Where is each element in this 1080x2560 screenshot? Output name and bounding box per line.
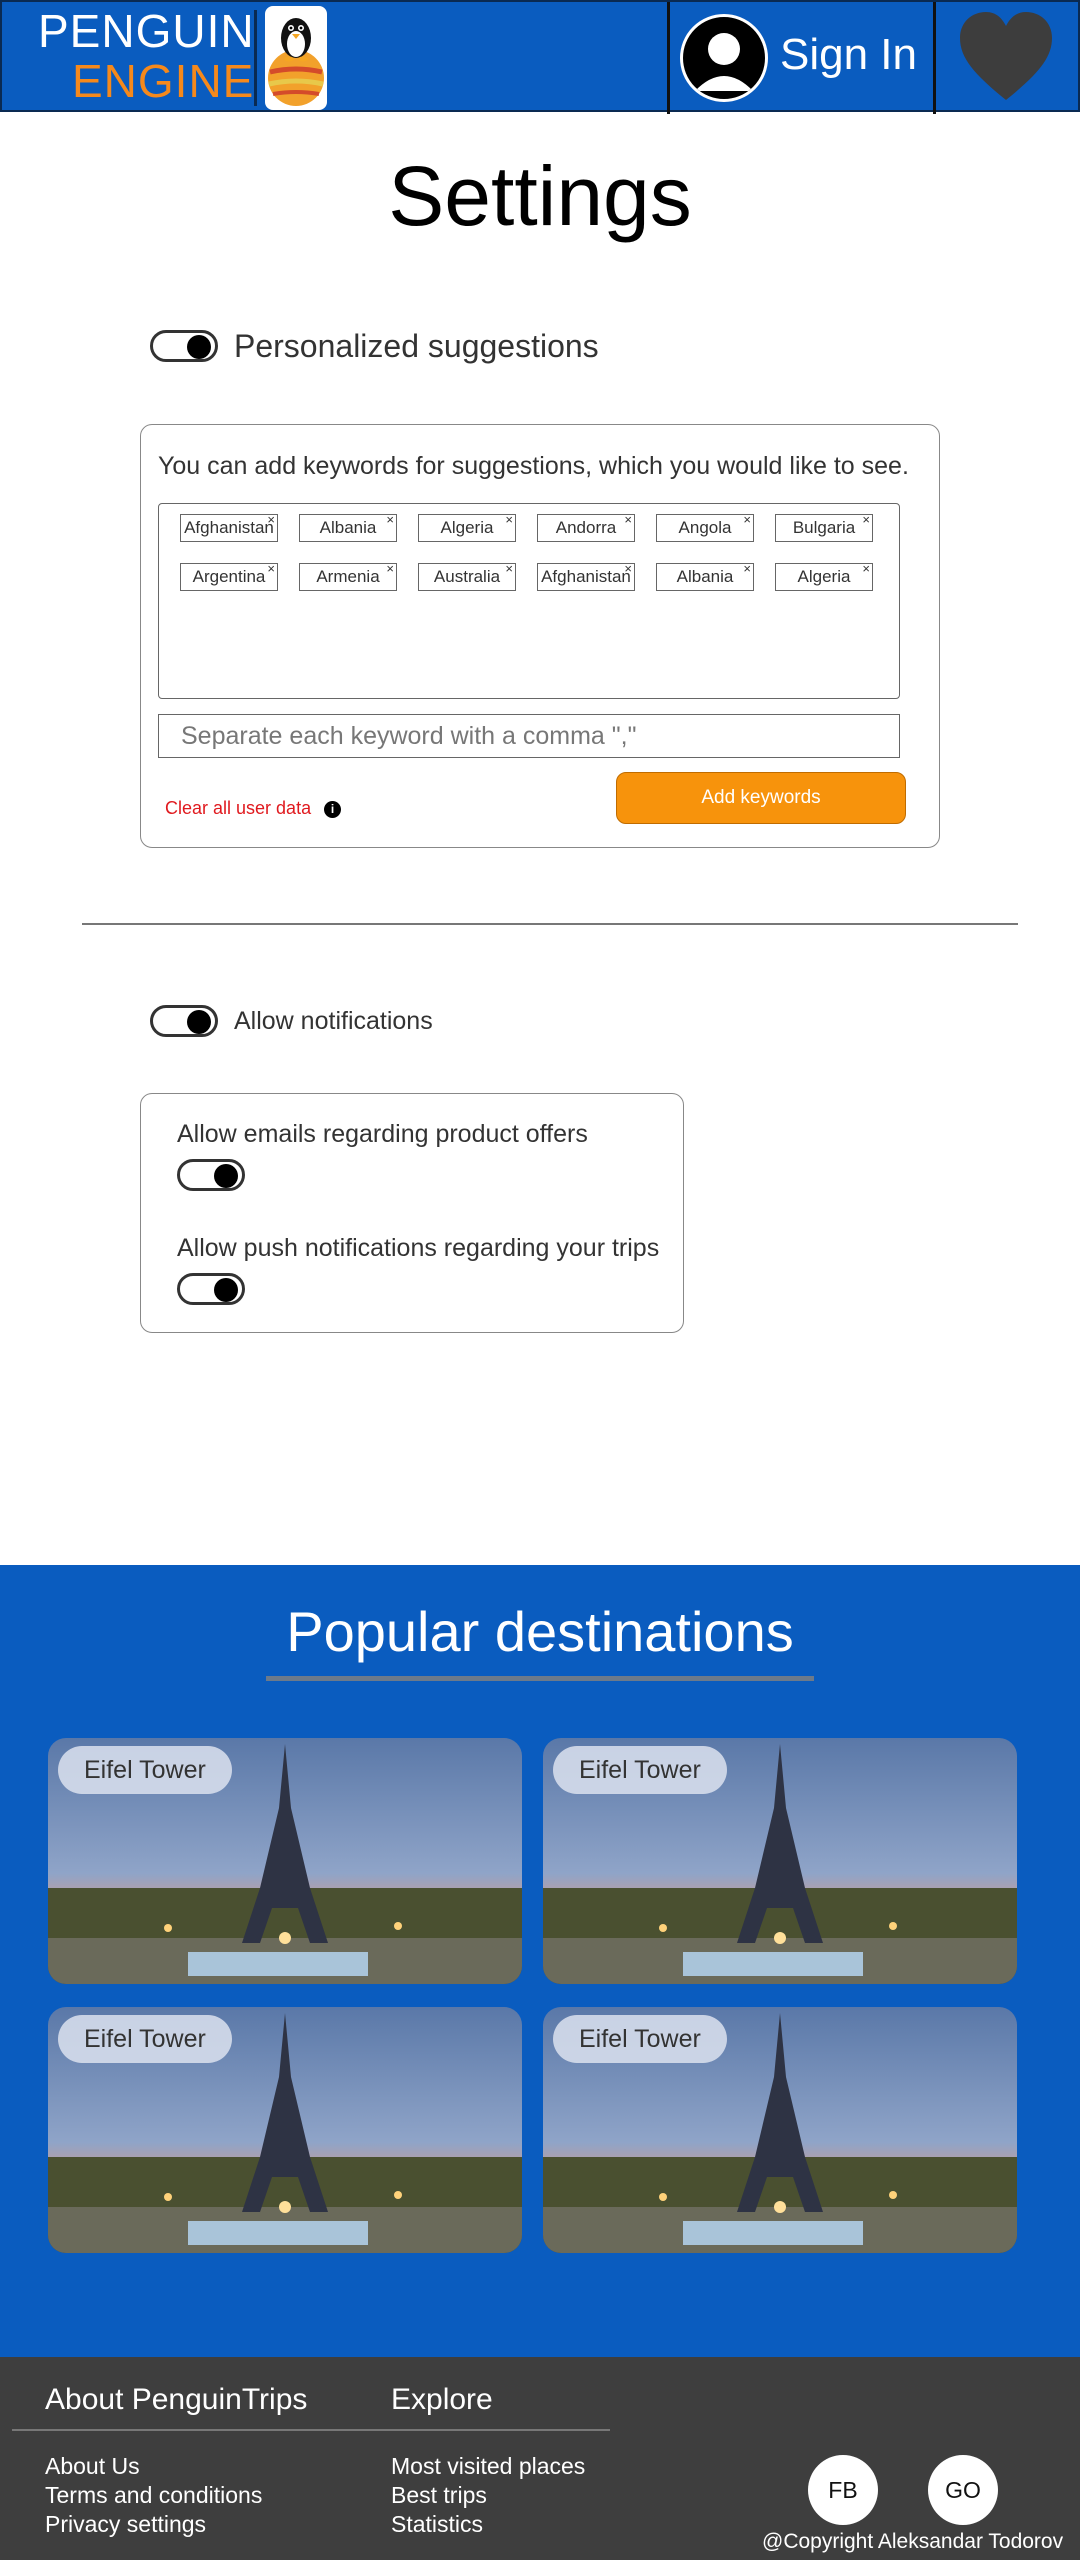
destination-card-label: Eifel Tower (58, 2015, 232, 2063)
keyword-tag-label: Albania (676, 567, 734, 586)
allow-notifications-toggle[interactable] (150, 1005, 218, 1037)
footer-rule (12, 2429, 610, 2431)
keyword-tag-label: Armenia (316, 567, 380, 586)
add-keywords-button[interactable]: Add keywords (616, 772, 906, 824)
keyword-tag-label: Bulgaria (792, 518, 856, 537)
keyword-tag-label: Algeria (440, 518, 494, 537)
email-offers-toggle[interactable] (177, 1159, 245, 1191)
keyword-tag[interactable]: Albania × (656, 561, 754, 591)
footer-link-statistics[interactable]: Statistics (391, 2511, 483, 2538)
toggle-knob (214, 1278, 238, 1302)
destination-card-label: Eifel Tower (58, 1746, 232, 1794)
keywords-hint: You can add keywords for suggestions, wh… (158, 452, 909, 480)
toggle-knob (187, 1010, 211, 1034)
google-button[interactable]: GO (928, 2455, 998, 2525)
destination-card-label: Eifel Tower (553, 2015, 727, 2063)
keyword-tag[interactable]: Algeria × (418, 512, 516, 542)
keyword-tag-label: Algeria (797, 567, 851, 586)
keyword-tag-label: Albania (319, 518, 377, 537)
keywords-tag-area: Afghanistan × Albania × Algeria × Andorra × … (158, 503, 900, 699)
keyword-tag[interactable]: Armenia × (299, 561, 397, 591)
keyword-tag-label: Andorra (555, 518, 617, 537)
section-divider (82, 923, 1018, 925)
remove-tag-icon[interactable]: × (267, 556, 275, 581)
remove-tag-icon[interactable]: × (862, 507, 870, 532)
toggle-knob (214, 1164, 238, 1188)
keyword-tag[interactable]: Angola × (656, 512, 754, 542)
remove-tag-icon[interactable]: × (505, 507, 513, 532)
popular-destinations-section: Popular destinations Eifel Tower Eifel T… (0, 1565, 1080, 2357)
footer-about-heading: About PenguinTrips (45, 2383, 308, 2416)
keyword-tag[interactable]: Australia × (418, 561, 516, 591)
penguin-logo-icon (265, 6, 327, 110)
destination-card-label: Eifel Tower (553, 1746, 727, 1794)
push-notifications-toggle[interactable] (177, 1273, 245, 1305)
remove-tag-icon[interactable]: × (386, 507, 394, 532)
keyword-tag-label: Angola (678, 518, 732, 537)
footer-link-about-us[interactable]: About Us (45, 2453, 140, 2480)
keyword-tag[interactable]: Albania × (299, 512, 397, 542)
destinations-title-underline (266, 1676, 814, 1681)
destination-card[interactable]: Eifel Tower (543, 1738, 1017, 1984)
info-icon[interactable]: i (324, 801, 341, 818)
clear-user-data-link[interactable]: Clear all user data (165, 798, 311, 819)
remove-tag-icon[interactable]: × (505, 556, 513, 581)
header-separator (667, 2, 670, 114)
personalized-suggestions-label: Personalized suggestions (234, 328, 599, 364)
logo-divider (254, 10, 257, 106)
remove-tag-icon[interactable]: × (743, 507, 751, 532)
keyword-tag[interactable]: Andorra × (537, 512, 635, 542)
remove-tag-icon[interactable]: × (624, 507, 632, 532)
remove-tag-icon[interactable]: × (267, 507, 275, 532)
keywords-input[interactable] (158, 714, 900, 758)
logo-line-engine: ENGINE (72, 55, 255, 107)
keyword-tag[interactable]: Bulgaria × (775, 512, 873, 542)
footer-link-privacy[interactable]: Privacy settings (45, 2511, 206, 2538)
sign-in-link[interactable]: Sign In (780, 30, 917, 80)
destinations-title: Popular destinations (286, 1600, 794, 1663)
facebook-button[interactable]: FB (808, 2455, 878, 2525)
keyword-tag[interactable]: Argentina × (180, 561, 278, 591)
remove-tag-icon[interactable]: × (743, 556, 751, 581)
email-offers-label: Allow emails regarding product offers (177, 1120, 588, 1148)
personalized-suggestions-toggle[interactable] (150, 330, 218, 362)
keyword-tag-label: Argentina (192, 567, 266, 586)
destination-card[interactable]: Eifel Tower (48, 1738, 522, 1984)
allow-notifications-label: Allow notifications (234, 1007, 433, 1035)
remove-tag-icon[interactable]: × (862, 556, 870, 581)
toggle-knob (187, 335, 211, 359)
footer-link-most-visited[interactable]: Most visited places (391, 2453, 585, 2480)
keyword-tag[interactable]: Afghanistan × (180, 512, 278, 542)
logo-line-penguin: PENGUIN (38, 5, 255, 57)
footer-link-terms[interactable]: Terms and conditions (45, 2482, 262, 2509)
site-footer: About PenguinTrips Explore About Us Term… (0, 2357, 1080, 2560)
keyword-tag-label: Afghanistan (541, 567, 631, 586)
user-avatar-icon[interactable] (680, 14, 768, 102)
remove-tag-icon[interactable]: × (386, 556, 394, 581)
remove-tag-icon[interactable]: × (624, 556, 632, 581)
keyword-tag[interactable]: Afghanistan × (537, 561, 635, 591)
heart-icon[interactable] (954, 8, 1058, 108)
push-notifications-label: Allow push notifications regarding your … (177, 1234, 660, 1262)
copyright-text: @Copyright Aleksandar Todorov (762, 2530, 1064, 2553)
page-title: Settings (388, 149, 692, 243)
top-navigation-bar: PENGUIN ENGINE Sign In (0, 0, 1080, 114)
header-separator (933, 2, 936, 114)
destination-card[interactable]: Eifel Tower (48, 2007, 522, 2253)
footer-link-best-trips[interactable]: Best trips (391, 2482, 487, 2509)
footer-explore-heading: Explore (391, 2383, 493, 2416)
destination-card[interactable]: Eifel Tower (543, 2007, 1017, 2253)
keyword-tag-label: Afghanistan (184, 518, 274, 537)
keyword-tag[interactable]: Algeria × (775, 561, 873, 591)
keyword-tag-label: Australia (433, 567, 501, 586)
brand-logo-text[interactable]: PENGUIN ENGINE (38, 6, 255, 106)
